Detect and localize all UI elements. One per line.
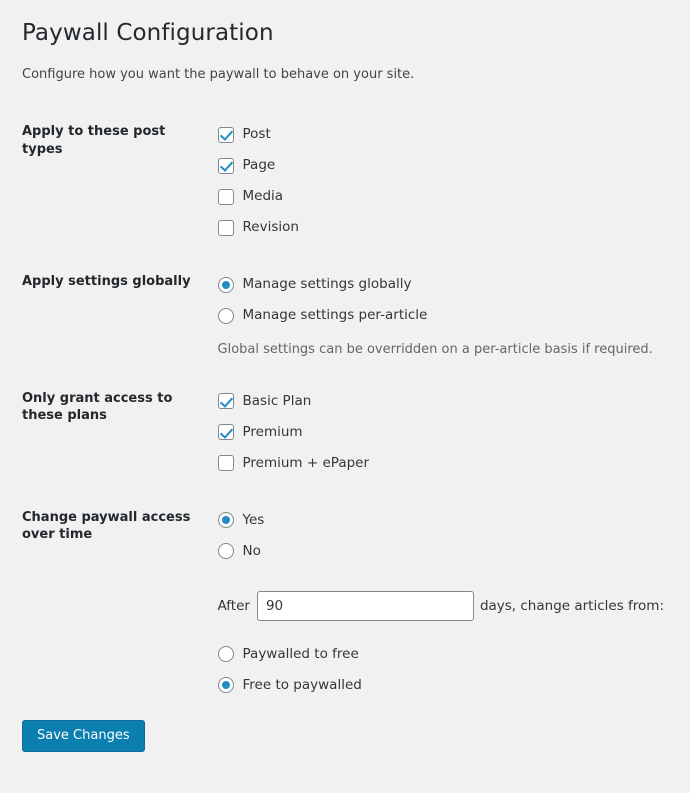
radio-row-free-to-paywalled[interactable]: Free to paywalled: [217, 670, 664, 701]
checkbox-row-revision[interactable]: Revision: [217, 212, 664, 243]
checkbox-row-page[interactable]: Page: [217, 150, 664, 181]
checkbox-label-post: Post: [242, 126, 271, 143]
label-plans: Only grant access to these plans: [22, 390, 173, 424]
radio-free-to-paywalled[interactable]: [217, 677, 234, 694]
checkbox-basic-plan[interactable]: [217, 393, 234, 410]
page-subtitle: Configure how you want the paywall to be…: [22, 66, 415, 82]
radio-label-yes: Yes: [242, 511, 265, 528]
radio-label-paywalled-to-free: Paywalled to free: [242, 645, 359, 662]
form-row-post-types: Apply to these post types Post Page Medi…: [22, 106, 674, 256]
radio-label-manage-globally: Manage settings globally: [242, 276, 412, 293]
field-plans: Basic Plan Premium Premium + ePaper: [217, 373, 674, 492]
label-access-over-time: Change paywall access over time: [22, 509, 191, 543]
field-global-settings: Manage settings globally Manage settings…: [217, 256, 674, 373]
checkbox-row-premium-epaper[interactable]: Premium + ePaper: [217, 448, 664, 479]
radio-row-manage-per-article[interactable]: Manage settings per-article: [217, 300, 664, 331]
radio-paywalled-to-free[interactable]: [217, 646, 234, 663]
radio-label-no: No: [242, 542, 261, 559]
radio-row-no[interactable]: No: [217, 536, 664, 567]
field-post-types: Post Page Media Revision: [217, 106, 674, 256]
checkbox-row-media[interactable]: Media: [217, 181, 664, 212]
radio-yes[interactable]: [217, 512, 234, 529]
paywall-configuration-page: Paywall Configuration Configure how you …: [0, 0, 690, 793]
radio-manage-per-article[interactable]: [217, 307, 234, 324]
submit-area: Save Changes: [22, 714, 674, 753]
form-row-global-settings: Apply settings globally Manage settings …: [22, 256, 674, 373]
checkbox-label-premium-epaper: Premium + ePaper: [242, 454, 370, 471]
checkbox-premium-epaper[interactable]: [217, 455, 234, 472]
radio-label-manage-per-article: Manage settings per-article: [242, 307, 428, 324]
checkbox-label-basic-plan: Basic Plan: [242, 392, 312, 409]
page-title: Paywall Configuration: [22, 20, 274, 46]
radio-label-free-to-paywalled: Free to paywalled: [242, 676, 362, 693]
checkbox-label-media: Media: [242, 188, 284, 205]
checkbox-page[interactable]: [217, 157, 234, 174]
checkbox-row-basic-plan[interactable]: Basic Plan: [217, 386, 664, 417]
label-apply-settings-globally: Apply settings globally: [22, 274, 191, 290]
radio-row-manage-globally[interactable]: Manage settings globally: [217, 269, 664, 300]
checkbox-row-post[interactable]: Post: [217, 119, 664, 150]
settings-form-table: Apply to these post types Post Page Medi…: [22, 106, 674, 714]
radio-row-paywalled-to-free[interactable]: Paywalled to free: [217, 639, 664, 670]
duration-suffix-label: days, change articles from:: [479, 597, 664, 614]
checkbox-media[interactable]: [217, 188, 234, 205]
checkbox-revision[interactable]: [217, 219, 234, 236]
checkbox-label-revision: Revision: [242, 219, 299, 236]
label-post-types: Apply to these post types: [22, 124, 166, 157]
radio-no[interactable]: [217, 543, 234, 560]
checkbox-label-premium: Premium: [242, 423, 303, 440]
radio-row-yes[interactable]: Yes: [217, 505, 664, 536]
save-changes-button[interactable]: Save Changes: [22, 719, 145, 753]
field-access-over-time: Yes No After days, change articles from:…: [217, 492, 674, 714]
checkbox-row-premium[interactable]: Premium: [217, 417, 664, 448]
radio-manage-globally[interactable]: [217, 276, 234, 293]
checkbox-post[interactable]: [217, 126, 234, 143]
duration-days-input[interactable]: [256, 590, 474, 621]
checkbox-label-page: Page: [242, 157, 276, 174]
form-row-plans: Only grant access to these plans Basic P…: [22, 373, 674, 492]
helper-text-global-settings: Global settings can be overridden on a p…: [217, 342, 653, 358]
form-row-access-over-time: Change paywall access over time Yes No A…: [22, 492, 674, 714]
checkbox-premium[interactable]: [217, 424, 234, 441]
duration-prefix-label: After: [217, 597, 250, 614]
duration-field-group: After days, change articles from:: [217, 590, 664, 621]
